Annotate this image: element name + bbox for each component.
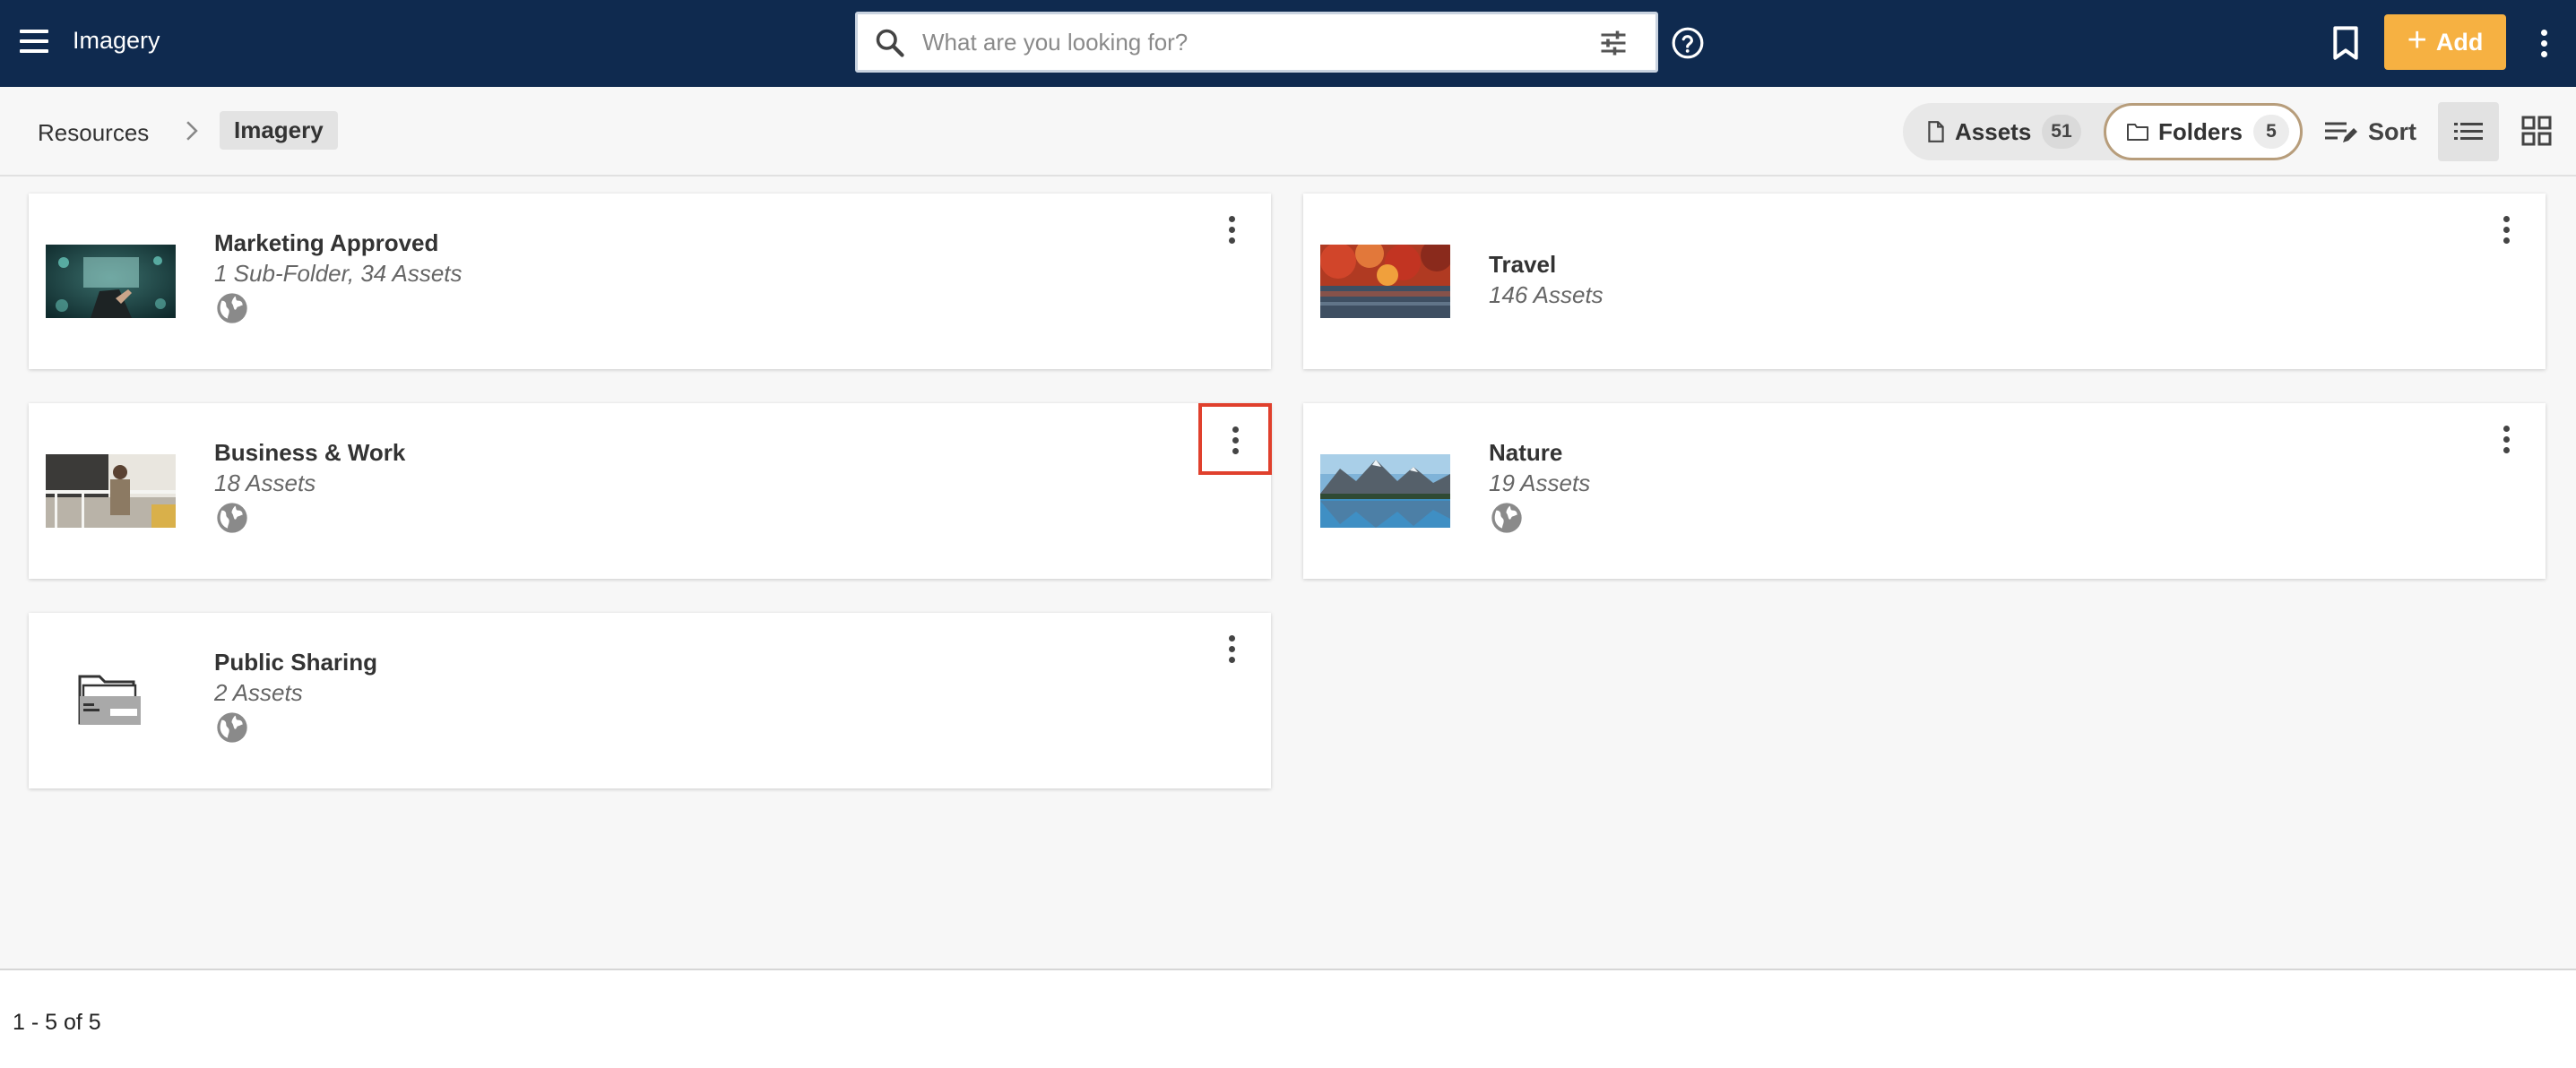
folder-subtitle: 2 Assets [214,679,303,706]
breadcrumb-current: Imagery [220,111,338,150]
folder-subtitle: 146 Assets [1489,281,1604,308]
globe-icon [217,503,247,533]
bookmark-icon[interactable] [2330,25,2361,61]
list-view-button[interactable] [2438,102,2499,161]
sort-edit-icon [2325,122,2357,142]
sub-header: Resources Imagery Assets 51 Folders 5 So… [0,87,2576,177]
globe-icon [1491,503,1522,533]
add-button[interactable]: + Add [2384,14,2506,70]
tab-folders[interactable]: Folders 5 [2104,103,2303,160]
folders-count-badge: 5 [2252,115,2289,149]
folder-thumbnail [1320,454,1450,528]
search-box[interactable] [855,12,1658,73]
search-input[interactable] [922,23,1532,61]
folder-card[interactable]: Business & Work 18 Assets [29,403,1272,579]
globe-icon [217,712,247,743]
sort-label: Sort [2368,117,2416,145]
folder-thumbnail [46,454,176,528]
top-app-bar: Imagery + Add [0,0,2576,87]
pagination-footer: 1 - 5 of 5 [0,969,2576,1068]
folder-card[interactable]: Nature 19 Assets [1303,403,2546,579]
folder-card[interactable]: Marketing Approved 1 Sub-Folder, 34 Asse… [29,194,1271,369]
folder-more-options-icon[interactable] [1210,627,1253,670]
hamburger-menu-icon[interactable] [18,25,50,57]
folder-more-options-icon[interactable] [2485,418,2528,461]
folder-title: Nature [1489,439,1563,466]
folder-thumbnail [46,245,176,318]
folder-more-options-icon[interactable] [1210,208,1253,251]
assets-folders-toggle: Assets 51 Folders 5 [1903,103,2303,160]
folder-title: Business & Work [214,439,406,466]
app-title: Imagery [73,27,160,54]
folder-subtitle: 1 Sub-Folder, 34 Assets [214,260,462,287]
search-icon [876,29,904,57]
add-button-label: Add [2435,28,2484,56]
breadcrumb-root[interactable]: Resources [38,119,149,147]
folder-subtitle: 18 Assets [214,469,316,496]
pagination-range: 1 - 5 of 5 [13,1010,101,1035]
folder-card[interactable]: Public Sharing 2 Assets [29,613,1271,788]
chevron-right-icon [186,121,198,141]
help-icon[interactable] [1671,26,1705,60]
more-options-icon[interactable] [2535,25,2553,61]
folder-title: Travel [1489,251,1557,278]
folder-card[interactable]: Travel 146 Assets [1303,194,2546,369]
folder-more-options-icon[interactable] [1198,403,1272,475]
folder-thumbnail [46,664,176,737]
file-icon [1928,121,1944,142]
tab-assets-label: Assets [1955,117,2032,145]
grid-view-icon[interactable] [2520,115,2553,147]
tab-folders-label: Folders [2158,117,2243,145]
shared-folder-icon [46,664,176,737]
folder-title: Marketing Approved [214,229,439,256]
folder-title: Public Sharing [214,649,378,676]
search-filter-icon[interactable] [1596,27,1630,59]
list-view-icon [2454,123,2483,140]
globe-icon [217,293,247,323]
assets-count-badge: 51 [2042,115,2081,149]
tab-assets[interactable]: Assets 51 [1903,103,2102,160]
folder-icon [2127,124,2148,141]
plus-icon: + [2407,22,2427,59]
folder-more-options-icon[interactable] [2485,208,2528,251]
folder-thumbnail [1320,245,1450,318]
folder-subtitle: 19 Assets [1489,469,1591,496]
sort-button[interactable]: Sort [2323,110,2416,153]
